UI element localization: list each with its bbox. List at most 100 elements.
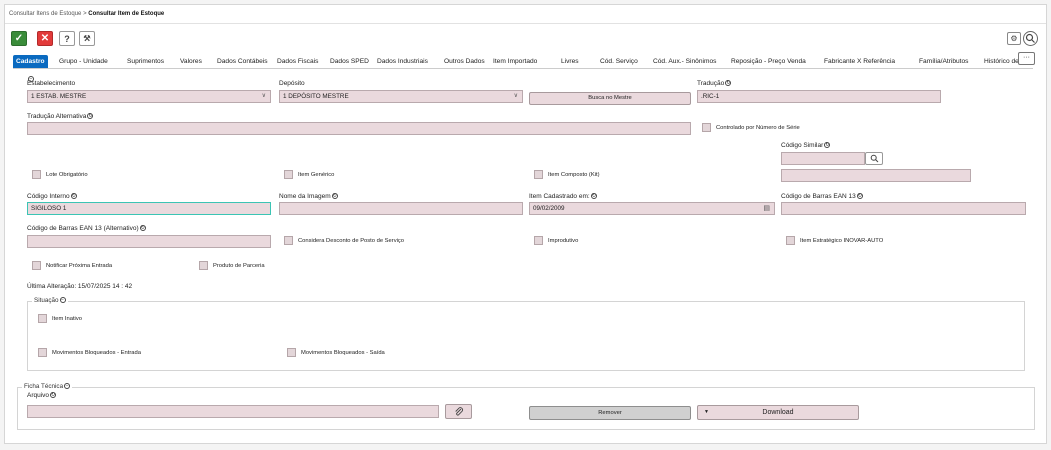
tab-cadastro[interactable]: Cadastro	[13, 55, 48, 68]
controlado-checkbox[interactable]	[702, 123, 711, 132]
bloq-entrada-checkbox[interactable]	[38, 348, 47, 357]
controlado-label: Controlado por Número de Série	[716, 125, 800, 131]
more-tabs-button[interactable]: ···	[1018, 52, 1035, 65]
codigo-interno-field[interactable]: SIGILOSO 1	[27, 202, 271, 215]
codigo-similar-field[interactable]	[781, 152, 865, 165]
codigo-similar-desc-field[interactable]	[781, 169, 971, 182]
breadcrumb-separator: >	[83, 11, 87, 17]
info-icon: ↻	[590, 193, 597, 200]
ean-field[interactable]	[781, 202, 1026, 215]
estabelecimento-value: 1 ESTAB. MESTRE	[31, 93, 87, 100]
info-icon: ↻	[824, 142, 831, 149]
tab-fabricante-x-referencia[interactable]: Fabricante X Referência	[824, 56, 895, 68]
arquivo-label: Arquivo ↻	[27, 392, 57, 399]
confirm-button[interactable]: ✓	[11, 31, 27, 46]
estabelecimento-select[interactable]: 1 ESTAB. MESTRE ∨	[27, 90, 271, 103]
desconto-checkbox[interactable]	[284, 236, 293, 245]
help-icon: ?	[64, 33, 70, 44]
lote-checkbox[interactable]	[32, 170, 41, 179]
inativo-label: Item Inativo	[52, 316, 82, 322]
notificar-checkbox[interactable]	[32, 261, 41, 270]
tab-familia-atributos[interactable]: Família/Atributos	[919, 56, 968, 68]
situacao-legend: Situação −	[32, 297, 68, 304]
improdutivo-checkbox[interactable]	[534, 236, 543, 245]
ean-alt-label: Código de Barras EAN 13 (Alternativo) ↻	[27, 225, 146, 232]
tab-outros-dados[interactable]: Outros Dados	[444, 56, 485, 68]
calendar-icon[interactable]: ▤	[763, 203, 770, 214]
tab-reposicao-preco-venda[interactable]: Reposição - Preço Venda	[731, 56, 806, 68]
arquivo-field[interactable]	[27, 405, 439, 418]
check-icon: ✓	[14, 33, 24, 44]
codigo-interno-label: Código Interno ↻	[27, 193, 77, 200]
tab-dados-contabeis[interactable]: Dados Contábeis	[217, 56, 268, 68]
bloq-entrada-label: Movimentos Bloqueados - Entrada	[52, 350, 141, 356]
tab-cod-aux-sinonimos[interactable]: Cód. Aux.- Sinônimos	[653, 56, 716, 68]
cancel-button[interactable]: ✕	[37, 31, 53, 46]
deposito-select[interactable]: 1 DEPÓSITO MESTRE ∨	[279, 90, 523, 103]
inativo-checkbox[interactable]	[38, 314, 47, 323]
help-button[interactable]: ?	[59, 31, 75, 46]
info-icon: ↻	[50, 392, 57, 399]
ultima-alteracao: Última Alteração: 15/07/2025 14 : 42	[27, 283, 133, 290]
download-button[interactable]: ▼ Download	[697, 405, 859, 420]
attach-button[interactable]	[445, 404, 472, 419]
cadastrado-value: 09/02/2009	[533, 205, 565, 212]
ficha-tecnica-legend: Ficha Técnica −	[22, 383, 73, 390]
parceria-label: Produto de Parceria	[213, 263, 265, 269]
bloq-saida-label: Movimentos Bloqueados - Saída	[301, 350, 385, 356]
settings-button[interactable]: ⚙	[1007, 32, 1021, 45]
tab-item-importado[interactable]: Item Importado	[493, 56, 537, 68]
cadastrado-label: Item Cadastrado em: ↻	[529, 193, 597, 200]
wrench-icon: ⚒	[83, 34, 91, 43]
tab-valores[interactable]: Valores	[180, 56, 202, 68]
desconto-label: Considera Desconto de Posto de Serviço	[298, 238, 405, 244]
bloq-saida-checkbox[interactable]	[287, 348, 296, 357]
tab-suprimentos[interactable]: Suprimentos	[127, 56, 164, 68]
chevron-down-icon: ∨	[261, 93, 266, 99]
nome-imagem-field[interactable]	[279, 202, 523, 215]
close-icon: ✕	[40, 33, 50, 44]
tab-dados-fiscais[interactable]: Dados Fiscais	[277, 56, 318, 68]
tab-grupo-unidade[interactable]: Grupo - Unidade	[59, 56, 108, 68]
tab-dados-sped[interactable]: Dados SPED	[330, 56, 369, 68]
notificar-label: Notificar Próxima Entrada	[46, 263, 113, 269]
tab-dados-industriais[interactable]: Dados Industriais	[377, 56, 428, 68]
tools-button[interactable]: ⚒	[79, 31, 95, 46]
cadastrado-field[interactable]: 09/02/2009 ▤	[529, 202, 775, 215]
traducao-field[interactable]: .RIC-1	[697, 90, 941, 103]
remover-button[interactable]: Remover	[529, 406, 691, 420]
composto-checkbox[interactable]	[534, 170, 543, 179]
gear-icon: ⚙	[1010, 34, 1018, 43]
search-button[interactable]	[1023, 31, 1038, 46]
breadcrumb-parent[interactable]: Consultar Itens de Estoque	[9, 11, 81, 17]
search-icon	[1025, 33, 1035, 43]
caret-down-icon: ▼	[704, 409, 709, 415]
traducao-alt-label: Tradução Alternativa ↻	[27, 113, 94, 120]
collapse-icon[interactable]: −	[59, 297, 66, 304]
traducao-alt-field[interactable]	[27, 122, 691, 135]
ean-label: Código de Barras EAN 13 ↻	[781, 193, 863, 200]
search-icon	[870, 154, 878, 163]
breadcrumb-current: Consultar Item de Estoque	[88, 11, 165, 17]
codigo-similar-search-button[interactable]	[865, 152, 883, 165]
codigo-similar-label: Código Similar ↻	[781, 142, 831, 149]
paperclip-icon	[454, 406, 463, 415]
tab-cod-servico[interactable]: Cód. Serviço	[600, 56, 638, 68]
parceria-checkbox[interactable]	[199, 261, 208, 270]
nome-imagem-label: Nome da Imagem ↻	[279, 193, 338, 200]
info-icon: ↻	[856, 193, 863, 200]
estrategico-checkbox[interactable]	[786, 236, 795, 245]
situacao-group	[27, 301, 1025, 371]
tab-livres[interactable]: Livres	[561, 56, 579, 68]
composto-label: Item Composto (Kit)	[548, 172, 600, 178]
breadcrumb: Consultar Itens de Estoque > Consultar I…	[9, 11, 164, 17]
generico-checkbox[interactable]	[284, 170, 293, 179]
ean-alt-field[interactable]	[27, 235, 271, 248]
deposito-label: Depósito	[279, 80, 305, 87]
busca-mestre-button[interactable]: Busca no Mestre	[529, 92, 691, 105]
collapse-icon[interactable]: −	[64, 383, 71, 390]
chevron-down-icon: ∨	[513, 93, 518, 99]
info-icon: ↻	[139, 225, 146, 232]
improdutivo-label: Improdutivo	[548, 238, 579, 244]
download-label: Download	[762, 409, 794, 416]
